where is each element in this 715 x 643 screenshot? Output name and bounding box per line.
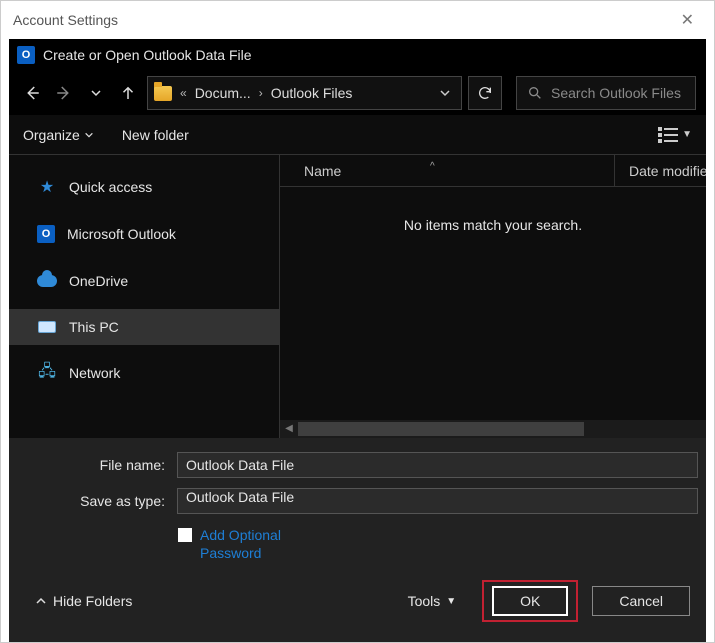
chevron-down-icon: ▼ <box>446 596 456 607</box>
folder-icon <box>154 86 172 101</box>
address-dropdown-icon[interactable] <box>439 87 455 99</box>
empty-message: No items match your search. <box>280 187 706 420</box>
sidebar-item-label: Quick access <box>69 179 152 195</box>
filename-field[interactable] <box>186 453 689 477</box>
sidebar-item-label: Network <box>69 365 120 381</box>
bottom-bar: Hide Folders Tools ▼ OK Cancel <box>17 572 698 632</box>
network-icon: 🖧 <box>37 365 57 381</box>
sidebar-item-label: OneDrive <box>69 273 128 289</box>
outer-titlebar: Account Settings ✕ <box>1 1 714 39</box>
filename-input[interactable] <box>177 452 698 478</box>
sidebar-item-onedrive[interactable]: OneDrive <box>9 263 279 299</box>
search-placeholder: Search Outlook Files <box>551 85 681 101</box>
sidebar-item-label: This PC <box>69 319 119 335</box>
view-menu-button[interactable]: ▼ <box>658 127 692 143</box>
savetype-select[interactable]: Outlook Data File <box>177 488 698 514</box>
chevron-down-icon <box>84 130 94 140</box>
outlook-icon: O <box>37 225 55 243</box>
horizontal-scrollbar[interactable]: ◀ <box>280 420 706 438</box>
dialog-title-text: Create or Open Outlook Data File <box>43 47 252 63</box>
column-date[interactable]: Date modified <box>615 163 706 179</box>
column-date-label: Date modified <box>629 163 706 179</box>
hide-folders-label: Hide Folders <box>53 593 132 609</box>
sort-asc-icon: ^ <box>430 161 435 172</box>
back-icon[interactable] <box>19 80 45 106</box>
add-password-checkbox[interactable] <box>178 528 192 542</box>
body: ★ Quick access O Microsoft Outlook OneDr… <box>9 155 706 438</box>
inner-titlebar: O Create or Open Outlook Data File <box>9 39 706 71</box>
details-view-icon <box>658 127 678 143</box>
sidebar: ★ Quick access O Microsoft Outlook OneDr… <box>9 155 279 438</box>
outlook-app-icon: O <box>17 46 35 64</box>
add-password-link[interactable]: Add Optional Password <box>200 526 281 562</box>
scroll-thumb[interactable] <box>298 422 584 436</box>
cancel-button[interactable]: Cancel <box>592 586 690 616</box>
star-icon: ★ <box>37 179 57 195</box>
sidebar-item-quick-access[interactable]: ★ Quick access <box>9 169 279 205</box>
sidebar-item-network[interactable]: 🖧 Network <box>9 355 279 391</box>
savetype-value: Outlook Data File <box>186 489 294 505</box>
organize-label: Organize <box>23 127 80 143</box>
up-icon[interactable] <box>115 80 141 106</box>
search-input[interactable]: Search Outlook Files <box>516 76 696 110</box>
column-headers: Name ^ Date modified <box>280 155 706 187</box>
file-dialog-window: O Create or Open Outlook Data File « Doc… <box>9 39 706 642</box>
pc-icon <box>38 321 56 333</box>
address-bar[interactable]: « Docum... › Outlook Files <box>147 76 462 110</box>
history-dropdown-icon[interactable] <box>83 80 109 106</box>
ok-highlight: OK <box>482 580 578 622</box>
nav-row: « Docum... › Outlook Files Search Outloo… <box>9 71 706 115</box>
chevron-right-icon: › <box>257 86 265 100</box>
scroll-left-icon[interactable]: ◀ <box>280 420 298 438</box>
chevron-up-icon <box>35 595 47 607</box>
cloud-icon <box>37 275 57 287</box>
sidebar-item-outlook[interactable]: O Microsoft Outlook <box>9 215 279 253</box>
column-name[interactable]: Name ^ <box>280 155 615 186</box>
forward-icon[interactable] <box>51 80 77 106</box>
tools-label: Tools <box>408 593 441 609</box>
close-icon[interactable]: ✕ <box>673 6 702 34</box>
sidebar-item-label: Microsoft Outlook <box>67 226 176 242</box>
chevron-left-icon: « <box>178 86 189 100</box>
ok-button[interactable]: OK <box>492 586 568 616</box>
toolbar: Organize New folder ▼ <box>9 115 706 155</box>
breadcrumb-item[interactable]: Docum... <box>195 85 251 101</box>
breadcrumb-item[interactable]: Outlook Files <box>271 85 353 101</box>
chevron-down-icon: ▼ <box>682 129 692 140</box>
account-settings-window: Account Settings ✕ O Create or Open Outl… <box>0 0 715 643</box>
sidebar-item-this-pc[interactable]: This PC <box>9 309 279 345</box>
column-name-label: Name <box>304 163 341 179</box>
organize-button[interactable]: Organize <box>23 127 94 143</box>
filename-label: File name: <box>17 457 169 473</box>
scroll-track[interactable] <box>298 422 706 436</box>
new-folder-button[interactable]: New folder <box>122 127 189 143</box>
refresh-icon[interactable] <box>468 76 502 110</box>
tools-button[interactable]: Tools ▼ <box>408 593 457 609</box>
form-area: File name: Save as type: Outlook Data Fi… <box>9 438 706 642</box>
outer-title-text: Account Settings <box>13 12 118 28</box>
file-list: Name ^ Date modified No items match your… <box>279 155 706 438</box>
hide-folders-button[interactable]: Hide Folders <box>35 593 132 609</box>
savetype-label: Save as type: <box>17 493 169 509</box>
search-icon <box>527 85 543 101</box>
